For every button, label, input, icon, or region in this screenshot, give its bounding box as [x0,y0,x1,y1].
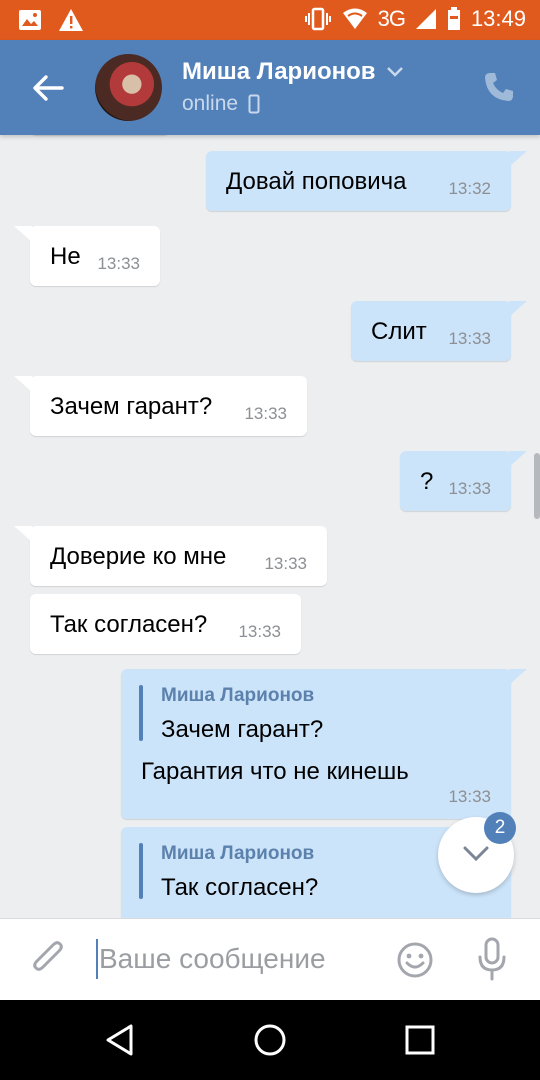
attach-icon[interactable] [30,939,66,979]
message-incoming[interactable]: Не 13:33 [14,226,160,286]
message-time: 13:33 [97,254,140,273]
vibrate-icon [304,7,331,31]
signal-icon [415,9,436,29]
quote-author: Миша Ларионов [161,843,315,864]
message-text: Доверие ко мне [50,543,227,570]
nav-home-icon[interactable] [252,1022,288,1058]
text-caret [96,939,98,979]
message-time: 13:33 [244,404,287,423]
quote-bar [139,843,143,899]
message-text: ? [420,468,434,495]
message-time: 13:33 [448,479,491,498]
message-list[interactable]: Довай поповича 13:32 Не 13:33 Слит 13:33… [0,135,540,918]
quote-text: Так согласен? [161,874,319,901]
contact-title[interactable]: Миша Ларионов [182,58,404,86]
presence-text: online [182,92,239,115]
message-text: Довай поповича [226,168,407,195]
unread-badge: 2 [484,812,516,844]
scrollbar[interactable] [534,453,540,519]
message-time: 13:33 [448,329,491,348]
quote-author: Миша Ларионов [161,685,315,706]
message-outgoing[interactable]: Слит 13:33 [351,301,527,361]
message-text: Слит [371,318,427,345]
message-outgoing[interactable]: ? 13:33 [400,451,527,511]
message-text: Гарантия что не кинешь [141,758,409,785]
warning-icon [59,9,83,31]
message-incoming[interactable]: Так согласен? 13:33 [30,594,301,654]
message-time: 13:33 [264,554,307,573]
message-time: 13:33 [448,787,491,806]
message-composer [0,918,540,1000]
clock: 13:49 [470,6,526,31]
chat-header: Миша Ларионов online [0,40,540,135]
chevron-down-icon [386,67,403,77]
avatar[interactable] [95,54,162,121]
mobile-icon [248,94,260,114]
navigation-bar [0,1000,540,1080]
battery-icon [447,7,460,30]
quote-text: Зачем гарант? [161,716,324,743]
network-type: 3G [377,6,406,31]
nav-recents-icon[interactable] [402,1022,438,1058]
phone-icon[interactable] [482,70,516,104]
message-text: Так согласен? [50,611,208,638]
message-incoming[interactable]: Доверие ко мне 13:33 [14,526,327,586]
message-outgoing[interactable]: Довай поповича 13:32 [206,151,527,211]
message-text: Не [50,243,81,270]
message-incoming[interactable]: Зачем гарант? 13:33 [14,376,307,436]
status-bar: 3G 13:49 [0,0,540,40]
message-text: Зачем гарант? [50,393,213,420]
message-time: 13:33 [238,622,281,641]
back-arrow-icon[interactable] [30,70,66,106]
presence-status: online [182,92,260,116]
chevron-down-icon [463,846,489,862]
contact-name: Миша Ларионов [182,58,376,85]
wifi-icon [342,8,367,29]
message-input[interactable] [99,939,369,979]
smile-icon[interactable] [396,941,434,979]
message-outgoing-reply[interactable]: Миша Ларионов Зачем гарант? Гарантия что… [121,669,527,819]
mic-icon[interactable] [476,937,508,981]
quote-bar [139,685,143,741]
nav-back-icon[interactable] [102,1022,138,1058]
image-icon [19,10,41,30]
message-time: 13:32 [448,179,491,198]
